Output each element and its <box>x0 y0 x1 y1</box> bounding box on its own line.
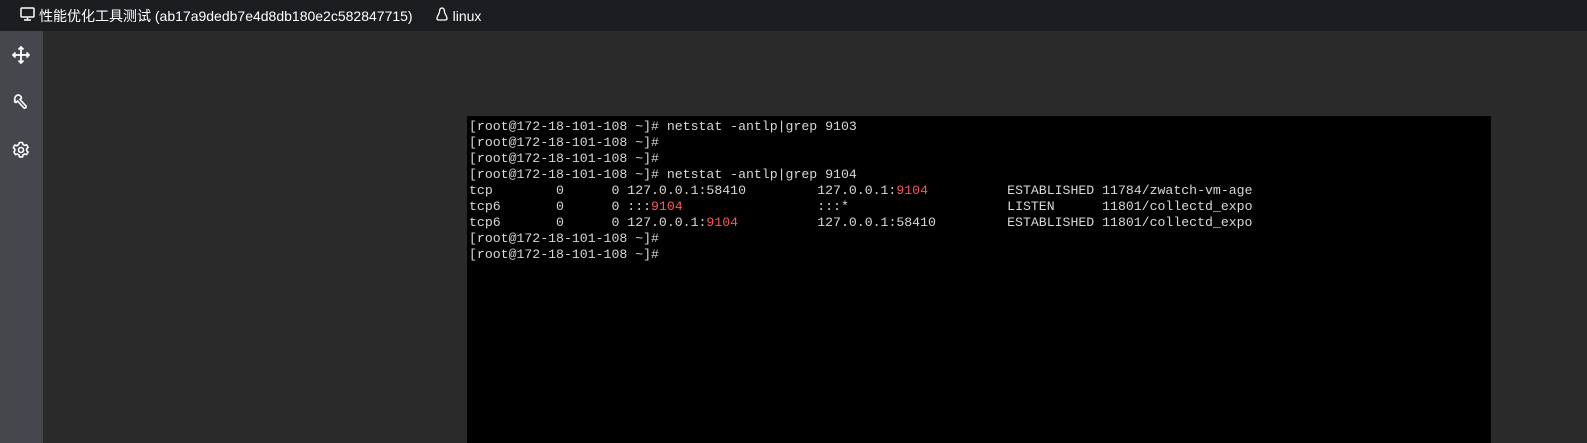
terminal-text: ESTABLISHED 11784/zwatch-vm-age <box>928 183 1253 198</box>
terminal-text: [root@172-18-101-108 ~]# netstat -antlp|… <box>469 119 857 134</box>
terminal-line: [root@172-18-101-108 ~]# netstat -antlp|… <box>469 119 1491 135</box>
terminal-line: [root@172-18-101-108 ~]# <box>469 151 1491 167</box>
highlighted-port: 9104 <box>896 183 929 198</box>
terminal-text: :::* LISTEN 11801/collectd_expo <box>682 199 1253 214</box>
os-label: linux <box>435 6 482 25</box>
top-bar: 性能优化工具测试 (ab17a9dedb7e4d8db180e2c5828477… <box>0 0 1587 31</box>
highlighted-port: 9104 <box>651 199 683 214</box>
terminal-text: [root@172-18-101-108 ~]# netstat -antlp|… <box>469 167 857 182</box>
terminal-console[interactable]: [root@172-18-101-108 ~]# netstat -antlp|… <box>467 116 1491 443</box>
session-title-text: 性能优化工具测试 (ab17a9dedb7e4d8db180e2c5828477… <box>39 7 413 24</box>
terminal-text: [root@172-18-101-108 ~]# <box>469 247 659 262</box>
gear-icon[interactable] <box>10 139 32 161</box>
sidebar <box>0 31 43 443</box>
highlighted-port: 9104 <box>706 215 739 230</box>
terminal-text: tcp6 0 0 127.0.0.1: <box>469 215 707 230</box>
os-label-text: linux <box>452 7 482 24</box>
linux-penguin-icon <box>435 6 449 25</box>
terminal-line: tcp 0 0 127.0.0.1:58410 127.0.0.1:9104 E… <box>469 183 1491 199</box>
monitor-icon <box>20 7 35 24</box>
terminal-line: [root@172-18-101-108 ~]# <box>469 247 1491 263</box>
wrench-icon[interactable] <box>10 91 32 113</box>
terminal-line: [root@172-18-101-108 ~]# <box>469 135 1491 151</box>
terminal-line: [root@172-18-101-108 ~]# <box>469 231 1491 247</box>
terminal-line: tcp6 0 0 127.0.0.1:9104 127.0.0.1:58410 … <box>469 215 1491 231</box>
terminal-text: tcp6 0 0 ::: <box>469 199 652 214</box>
terminal-text: [root@172-18-101-108 ~]# <box>469 231 659 246</box>
terminal-text: tcp 0 0 127.0.0.1:58410 127.0.0.1: <box>469 183 897 198</box>
terminal-text: 127.0.0.1:58410 ESTABLISHED 11801/collec… <box>738 215 1253 230</box>
terminal-line: tcp6 0 0 :::9104 :::* LISTEN 11801/colle… <box>469 199 1491 215</box>
terminal-text: [root@172-18-101-108 ~]# <box>469 135 659 150</box>
terminal-line: [root@172-18-101-108 ~]# netstat -antlp|… <box>469 167 1491 183</box>
move-icon[interactable] <box>10 44 32 66</box>
session-title: 性能优化工具测试 (ab17a9dedb7e4d8db180e2c5828477… <box>20 6 413 26</box>
terminal-text: [root@172-18-101-108 ~]# <box>469 151 659 166</box>
